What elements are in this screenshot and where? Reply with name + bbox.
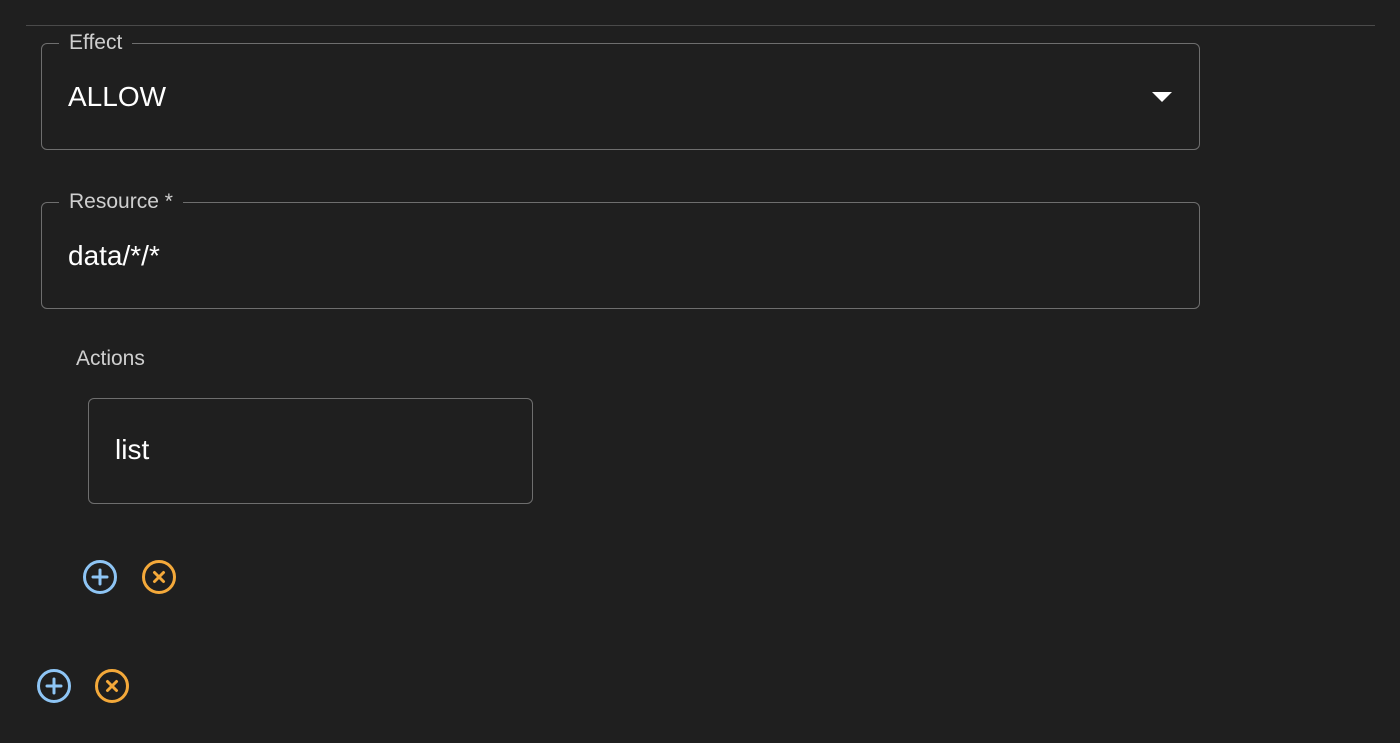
resource-input-value[interactable]: data/*/* (68, 239, 160, 273)
top-divider (26, 25, 1375, 26)
add-circle-icon (91, 568, 109, 586)
add-action-button[interactable] (83, 560, 117, 594)
remove-action-button[interactable] (142, 560, 176, 594)
remove-statement-button[interactable] (95, 669, 129, 703)
effect-label: Effect (59, 30, 133, 56)
cancel-circle-icon (153, 571, 165, 583)
dropdown-arrow-icon[interactable] (1152, 92, 1172, 102)
action-input-value[interactable]: list (115, 433, 149, 467)
add-circle-icon (45, 677, 63, 695)
cancel-circle-icon (106, 680, 118, 692)
resource-label: Resource * (59, 189, 183, 215)
actions-label: Actions (76, 347, 145, 370)
effect-select[interactable]: Effect ALLOW (41, 30, 1200, 150)
effect-value: ALLOW (68, 81, 167, 112)
resource-field[interactable]: Resource * data/*/* (41, 189, 1200, 309)
add-statement-button[interactable] (37, 669, 71, 703)
action-input-field[interactable]: list (88, 398, 533, 504)
